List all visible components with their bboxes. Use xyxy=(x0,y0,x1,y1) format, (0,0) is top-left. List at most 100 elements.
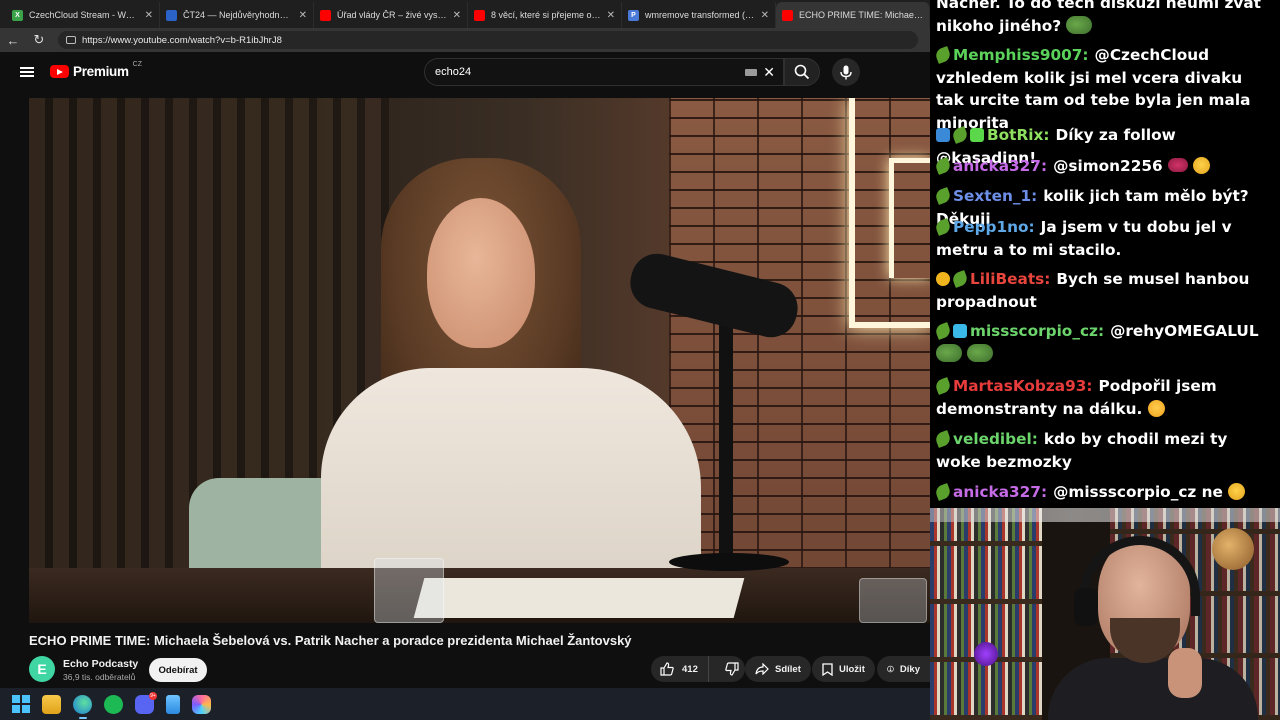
browser-tab[interactable]: ČT24 — Nejdůvěryhodnější zprav ✕ xyxy=(160,2,314,28)
file-explorer-icon[interactable] xyxy=(42,694,61,714)
leaf-badge-icon xyxy=(934,377,952,395)
webcam-streamer-body xyxy=(1048,658,1258,720)
channel-name[interactable]: Echo Podcasty xyxy=(63,658,138,670)
leaf-badge-icon xyxy=(934,157,952,175)
save-button[interactable]: Uložit xyxy=(812,656,875,682)
browser-tab[interactable]: Pwmremove transformed (4) — Po ✕ xyxy=(622,2,776,28)
discord-icon[interactable]: 9+ xyxy=(135,691,157,714)
kick-icon: X xyxy=(12,9,23,21)
clear-search-icon[interactable]: ✕ xyxy=(763,64,775,81)
channel-avatar[interactable]: E xyxy=(29,656,55,682)
spotify-icon[interactable] xyxy=(104,694,123,714)
copilot-icon[interactable] xyxy=(192,694,211,714)
save-label: Uložit xyxy=(839,663,865,675)
grin-emote-icon xyxy=(1193,157,1211,174)
chat-username[interactable]: Sexten_1: xyxy=(953,187,1037,205)
subscribe-button[interactable]: Odebírat xyxy=(149,658,207,682)
ct24-icon xyxy=(166,9,177,21)
browser-tab[interactable]: Úřad vlády ČR – živé vysílání - You ✕ xyxy=(314,2,468,28)
search-icon xyxy=(794,64,810,80)
edge-icon[interactable] xyxy=(73,694,92,719)
tab-close-icon[interactable]: ✕ xyxy=(299,10,307,21)
dislike-button[interactable] xyxy=(715,656,749,682)
windows-start-icon[interactable] xyxy=(12,695,30,713)
browser-tab-strip: XCzechCloud Stream - Watch Live o✕ČT24 —… xyxy=(0,0,930,28)
browser-tab[interactable]: 8 věcí, které si přejeme od DLC pr ✕ xyxy=(468,2,622,28)
bookmark-icon xyxy=(822,662,833,676)
youtube-icon xyxy=(320,9,331,21)
search-button[interactable] xyxy=(784,58,820,86)
leaf-badge-icon xyxy=(934,187,952,205)
share-icon xyxy=(755,663,769,675)
cube-badge-icon xyxy=(953,324,967,338)
tab-close-icon[interactable]: ✕ xyxy=(145,10,153,21)
chat-text: @simon2256 xyxy=(1053,157,1163,175)
leaf-badge-icon xyxy=(951,126,969,144)
tab-title: Úřad vlády ČR – živé vysílání - You xyxy=(337,10,447,20)
video-papers xyxy=(413,578,745,618)
browser-tab[interactable]: ECHO PRIME TIME: Michaela Š xyxy=(776,2,930,28)
chat-message: missscorpio_cz: @rehyOMEGALUL xyxy=(934,320,1274,365)
stream-chat-overlay: Nacher. To do těch diskuzí neumí zvát ni… xyxy=(930,0,1280,508)
thanks-label: Díky xyxy=(899,663,920,675)
microphone-icon xyxy=(840,65,852,79)
chat-username[interactable]: BotRix: xyxy=(987,126,1050,144)
keyboard-icon[interactable] xyxy=(745,69,757,76)
address-bar[interactable]: https://www.youtube.com/watch?v=b-R1ibJh… xyxy=(58,31,918,49)
chat-username[interactable]: Pepp1no: xyxy=(953,218,1035,236)
leaf-badge-icon xyxy=(951,270,969,288)
verified-badge-icon xyxy=(970,128,984,142)
tab-title: 8 věcí, které si přejeme od DLC pr xyxy=(491,10,601,20)
webcam-bookshelf xyxy=(930,508,1042,720)
tab-close-icon[interactable]: ✕ xyxy=(761,10,769,21)
chat-username[interactable]: veledibel: xyxy=(953,430,1038,448)
chat-username[interactable]: missscorpio_cz: xyxy=(970,322,1104,340)
chat-username[interactable]: MartasKobza93: xyxy=(953,377,1093,395)
webcam-ceiling-light xyxy=(930,508,1280,522)
notepad-icon[interactable] xyxy=(166,694,180,714)
chat-username[interactable]: anicka327: xyxy=(953,157,1047,175)
youtube-icon xyxy=(782,9,793,21)
share-button[interactable]: Sdílet xyxy=(745,656,811,682)
back-arrow-icon[interactable]: ← xyxy=(6,33,20,48)
chat-username[interactable]: Memphiss9007: xyxy=(953,46,1089,64)
subscriber-count: 36,9 tis. odběratelů xyxy=(63,672,136,682)
tab-title: wmremove transformed (4) — Po xyxy=(645,10,755,20)
youtube-header: Premium CZ echo24 ✕ xyxy=(0,52,930,94)
chat-message: LiliBeats: Bych se musel hanbou propadnou… xyxy=(936,268,1274,313)
video-glass xyxy=(374,558,444,623)
search-query[interactable]: echo24 xyxy=(435,66,471,78)
site-info-icon[interactable] xyxy=(66,36,76,44)
leaf-badge-icon xyxy=(934,430,952,448)
tab-title: ČT24 — Nejdůvěryhodnější zprav xyxy=(183,10,293,20)
youtube-premium-logo[interactable]: Premium CZ xyxy=(50,61,142,79)
thanks-button[interactable]: Díky xyxy=(877,656,930,682)
search-input[interactable]: echo24 ✕ xyxy=(424,58,784,86)
chat-message: Pepp1no: Ja jsem v tu dobu jel v metru a … xyxy=(934,216,1274,261)
leaf-badge-icon xyxy=(934,46,952,64)
video-player[interactable] xyxy=(29,98,930,623)
photopea-icon: P xyxy=(628,9,639,21)
frog-emote-icon xyxy=(967,343,994,362)
menu-icon[interactable] xyxy=(20,65,34,79)
webcam-headset-earcup xyxy=(1074,588,1098,626)
thumbs-down-icon xyxy=(725,662,739,676)
voice-search-button[interactable] xyxy=(832,58,860,86)
like-button[interactable]: 412 xyxy=(651,656,709,682)
gift-badge-icon xyxy=(936,272,950,286)
video-person-face xyxy=(427,198,535,348)
logo-text: Premium xyxy=(73,64,129,79)
reload-icon[interactable]: ↻ xyxy=(32,32,46,48)
share-label: Sdílet xyxy=(775,663,801,675)
chat-username[interactable]: LiliBeats: xyxy=(970,270,1050,288)
tab-close-icon[interactable]: ✕ xyxy=(607,10,615,21)
chat-message: Nacher. To do těch diskuzí neumí zvát ni… xyxy=(936,0,1274,37)
tab-title: CzechCloud Stream - Watch Live o xyxy=(29,10,139,20)
lips-emote-icon xyxy=(1167,158,1188,172)
tab-close-icon[interactable]: ✕ xyxy=(453,10,461,21)
browser-tab[interactable]: X CzechCloud Stream - Watch Live o ✕ xyxy=(6,2,160,28)
address-url[interactable]: https://www.youtube.com/watch?v=b-R1ibJh… xyxy=(82,35,282,46)
chat-username[interactable]: anicka327: xyxy=(953,483,1047,501)
chat-text: Nacher. To do těch diskuzí neumí zvát ni… xyxy=(936,0,1261,35)
wrench-badge-icon xyxy=(936,128,950,142)
